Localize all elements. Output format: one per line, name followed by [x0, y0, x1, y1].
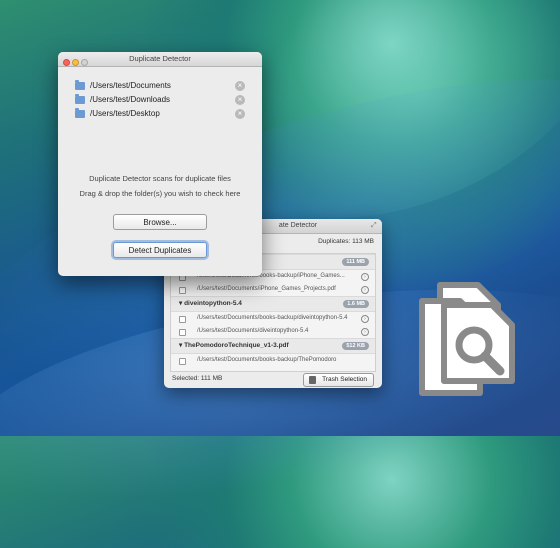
folder-icon	[75, 94, 85, 104]
zoom-window-button[interactable]	[81, 59, 88, 66]
fullscreen-icon[interactable]: ⤢	[371, 222, 378, 229]
trash-selection-button[interactable]: Trash Selection	[303, 373, 374, 387]
group-name: ThePomodoroTechnique_v1-3.pdf	[184, 342, 289, 349]
file-row[interactable]: /Users/test/Documents/diveintopython-5.4…	[171, 325, 375, 338]
results-footer: Selected: 111 MB Trash Selection	[164, 370, 382, 388]
group-name: diveintopython-5.4	[184, 300, 242, 307]
trash-selection-label: Trash Selection	[322, 376, 367, 383]
main-titlebar[interactable]: Duplicate Detector	[58, 52, 262, 67]
detect-duplicates-button[interactable]: Detect Duplicates	[113, 242, 207, 258]
document-magnifier-icon	[419, 282, 515, 396]
folder-path: /Users/test/Downloads	[90, 95, 171, 104]
file-path: /Users/test/Documents/books-backup/ThePo…	[197, 357, 337, 363]
reveal-arrow-icon[interactable]: ›	[361, 286, 369, 294]
browse-button[interactable]: Browse...	[113, 214, 207, 230]
drop-hint-line-1: Duplicate Detector scans for duplicate f…	[89, 174, 231, 183]
reveal-arrow-icon[interactable]: ›	[361, 315, 369, 323]
folder-item[interactable]: /Users/test/Downloads ×	[58, 93, 262, 107]
folder-list[interactable]: /Users/test/Documents × /Users/test/Down…	[58, 67, 262, 121]
remove-circle-icon[interactable]: ×	[235, 95, 245, 105]
group-size-badge: 111 MB	[342, 258, 369, 266]
group-header[interactable]: ▾ ThePomodoroTechnique_v1-3.pdf 512 KB	[171, 338, 375, 354]
file-path: /Users/test/Documents/books-backup/divei…	[197, 315, 348, 321]
folder-icon	[75, 108, 85, 118]
folder-item[interactable]: /Users/test/Desktop ×	[58, 107, 262, 121]
group-size-badge: 512 KB	[342, 342, 369, 350]
file-row[interactable]: /Users/test/Documents/iPhone_Games_Proje…	[171, 283, 375, 296]
group-size-badge: 1.6 MB	[343, 300, 369, 308]
file-path: /Users/test/Documents/iPhone_Games_Proje…	[197, 286, 336, 292]
file-checkbox[interactable]	[179, 316, 186, 323]
reveal-arrow-icon[interactable]: ›	[361, 273, 369, 281]
trash-icon	[309, 376, 317, 384]
folder-icon	[75, 80, 85, 90]
main-window: Duplicate Detector /Users/test/Documents…	[58, 52, 262, 276]
file-checkbox[interactable]	[179, 358, 186, 365]
file-row[interactable]: /Users/test/Documents/books-backup/divei…	[171, 312, 375, 325]
folder-path: /Users/test/Documents	[90, 81, 171, 90]
folder-item[interactable]: /Users/test/Documents ×	[58, 79, 262, 93]
group-header[interactable]: ▾ diveintopython-5.4 1.6 MB	[171, 296, 375, 312]
remove-circle-icon[interactable]: ×	[235, 81, 245, 91]
close-window-button[interactable]	[63, 59, 70, 66]
traffic-lights	[63, 55, 90, 69]
folder-path: /Users/test/Desktop	[90, 109, 160, 118]
drop-hint-line-2: Drag & drop the folder(s) you wish to ch…	[79, 189, 241, 198]
file-checkbox[interactable]	[179, 329, 186, 336]
file-path: /Users/test/Documents/diveintopython-5.4	[197, 328, 309, 334]
selected-size: Selected: 111 MB	[172, 375, 223, 382]
file-checkbox[interactable]	[179, 287, 186, 294]
minimize-window-button[interactable]	[72, 59, 79, 66]
remove-circle-icon[interactable]: ×	[235, 109, 245, 119]
reveal-arrow-icon[interactable]: ›	[361, 328, 369, 336]
file-row[interactable]: /Users/test/Documents/books-backup/ThePo…	[171, 354, 375, 367]
